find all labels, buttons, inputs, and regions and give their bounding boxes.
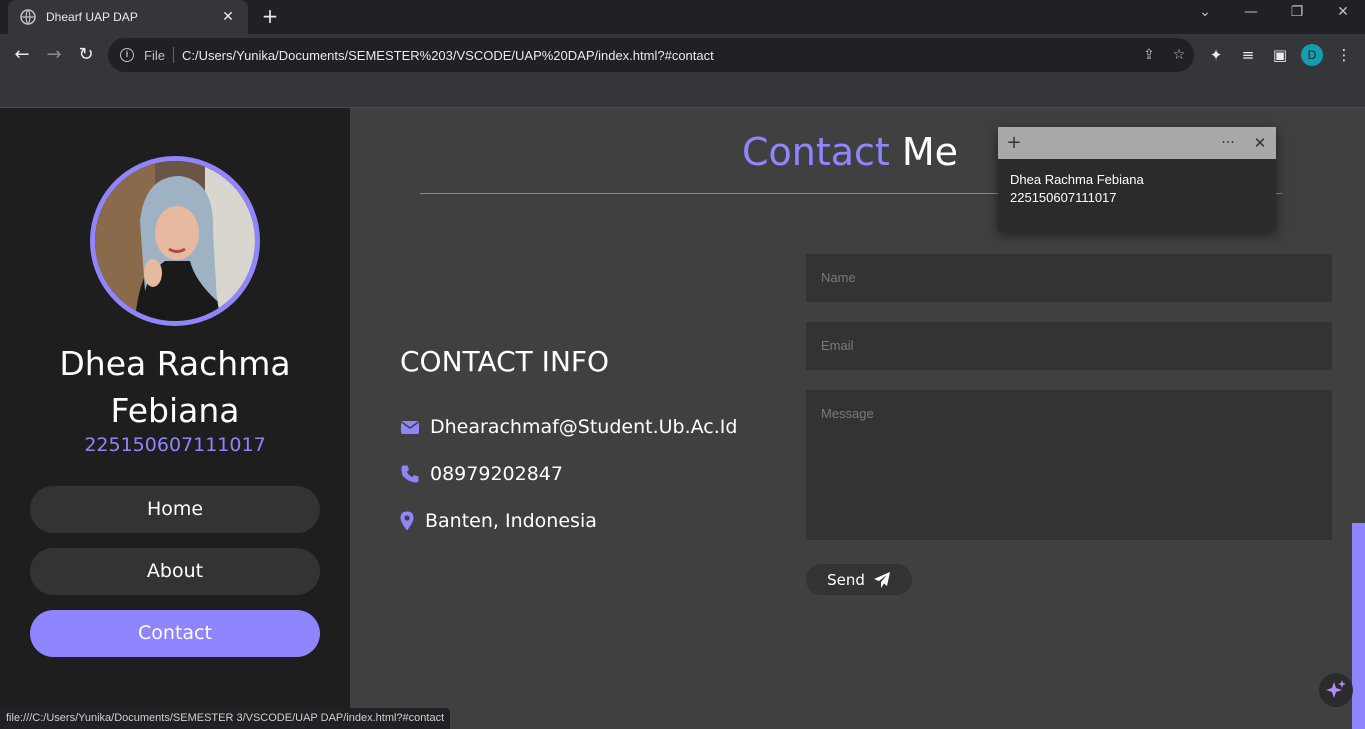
contact-email-row: Dhearachmaf@Student.Ub.Ac.Id [400,416,737,438]
contact-location-row: Banten, Indonesia [400,510,597,532]
divider [172,47,174,63]
page-title-rest: Me [889,130,959,174]
sticky-note-body[interactable]: Dhea Rachma Febiana 225150607111017 [998,159,1276,219]
envelope-icon [401,421,419,434]
reload-icon[interactable]: ↻ [74,43,98,67]
contact-location: Banten, Indonesia [425,510,597,532]
message-textarea[interactable]: Message [806,390,1332,540]
file-scheme-label: File [144,47,165,63]
profile-avatar[interactable]: D [1301,44,1323,66]
contact-info-heading: CONTACT INFO [400,345,610,378]
phone-icon [401,465,419,483]
share-icon[interactable]: ⇪ [1134,47,1164,63]
close-note-icon[interactable]: ✕ [1248,131,1272,155]
browser-toolbar: ← → ↻ i File C:/Users/Yunika/Documents/S… [0,34,1365,76]
portrait-image [95,161,255,321]
new-tab-button[interactable]: + [258,6,282,28]
add-note-icon[interactable]: + [1002,131,1026,155]
nav-about-button[interactable]: About [30,548,320,595]
info-icon[interactable]: i [120,48,134,62]
profile-name: Dhea Rachma Febiana [59,344,291,430]
status-bar-url: file:///C:/Users/Yunika/Documents/SEMEST… [0,708,451,729]
back-arrow-icon[interactable]: ← [10,43,34,67]
page-title-accent: Contact [741,130,890,174]
more-options-icon[interactable]: ··· [1216,131,1240,155]
close-tab-icon[interactable]: ✕ [220,9,236,25]
paper-plane-icon [873,571,890,588]
student-id: 225150607111017 [84,434,266,456]
sparkle-assistant-button[interactable] [1319,673,1353,707]
close-window-icon[interactable]: ✕ [1328,4,1358,26]
nav-home-button[interactable]: Home [30,486,320,533]
contact-email[interactable]: Dhearachmaf@Student.Ub.Ac.Id [430,416,737,438]
url-text[interactable]: C:/Users/Yunika/Documents/SEMESTER%203/V… [182,48,1134,63]
scrollbar-thumb[interactable] [1352,523,1365,729]
send-button[interactable]: Send [806,564,912,595]
extensions-puzzle-icon[interactable]: ✦ [1205,44,1227,66]
contact-phone[interactable]: 08979202847 [430,463,563,485]
media-queue-icon[interactable]: ≡ [1237,44,1259,66]
tab-bar: Dhearf UAP DAP ✕ + ⌄ — ❐ ✕ [0,0,1365,34]
sticky-note-window: + ··· ✕ Dhea Rachma Febiana 225150607111… [998,127,1276,231]
name-input[interactable]: Name [806,254,1332,302]
side-panel-icon[interactable]: ▣ [1269,44,1291,66]
restore-icon[interactable]: ❐ [1282,4,1312,26]
browser-tab[interactable]: Dhearf UAP DAP ✕ [8,0,248,34]
sticky-note-header: + ··· ✕ [998,127,1276,159]
nav-contact-button[interactable]: Contact [30,610,320,657]
forward-arrow-icon[interactable]: → [42,43,66,67]
contact-phone-row: 08979202847 [400,463,563,485]
bookmark-star-icon[interactable]: ☆ [1164,47,1194,63]
globe-icon [20,9,36,25]
toolbar-spacer [0,76,1365,108]
map-pin-icon [400,511,414,531]
address-bar[interactable]: i File C:/Users/Yunika/Documents/SEMESTE… [108,38,1194,72]
minimize-icon[interactable]: — [1236,4,1266,26]
sparkle-icon [1326,680,1346,698]
email-input[interactable]: Email [806,322,1332,370]
sidebar: Dhea Rachma Febiana 225150607111017 Home… [0,108,350,729]
profile-photo [90,156,260,326]
tab-search-icon[interactable]: ⌄ [1190,4,1220,26]
send-label: Send [827,570,865,589]
note-line-name: Dhea Rachma Febiana [1010,172,1144,187]
tab-title: Dhearf UAP DAP [46,10,138,24]
note-line-id: 225150607111017 [1010,190,1117,205]
menu-kebab-icon[interactable]: ⋮ [1333,44,1355,66]
